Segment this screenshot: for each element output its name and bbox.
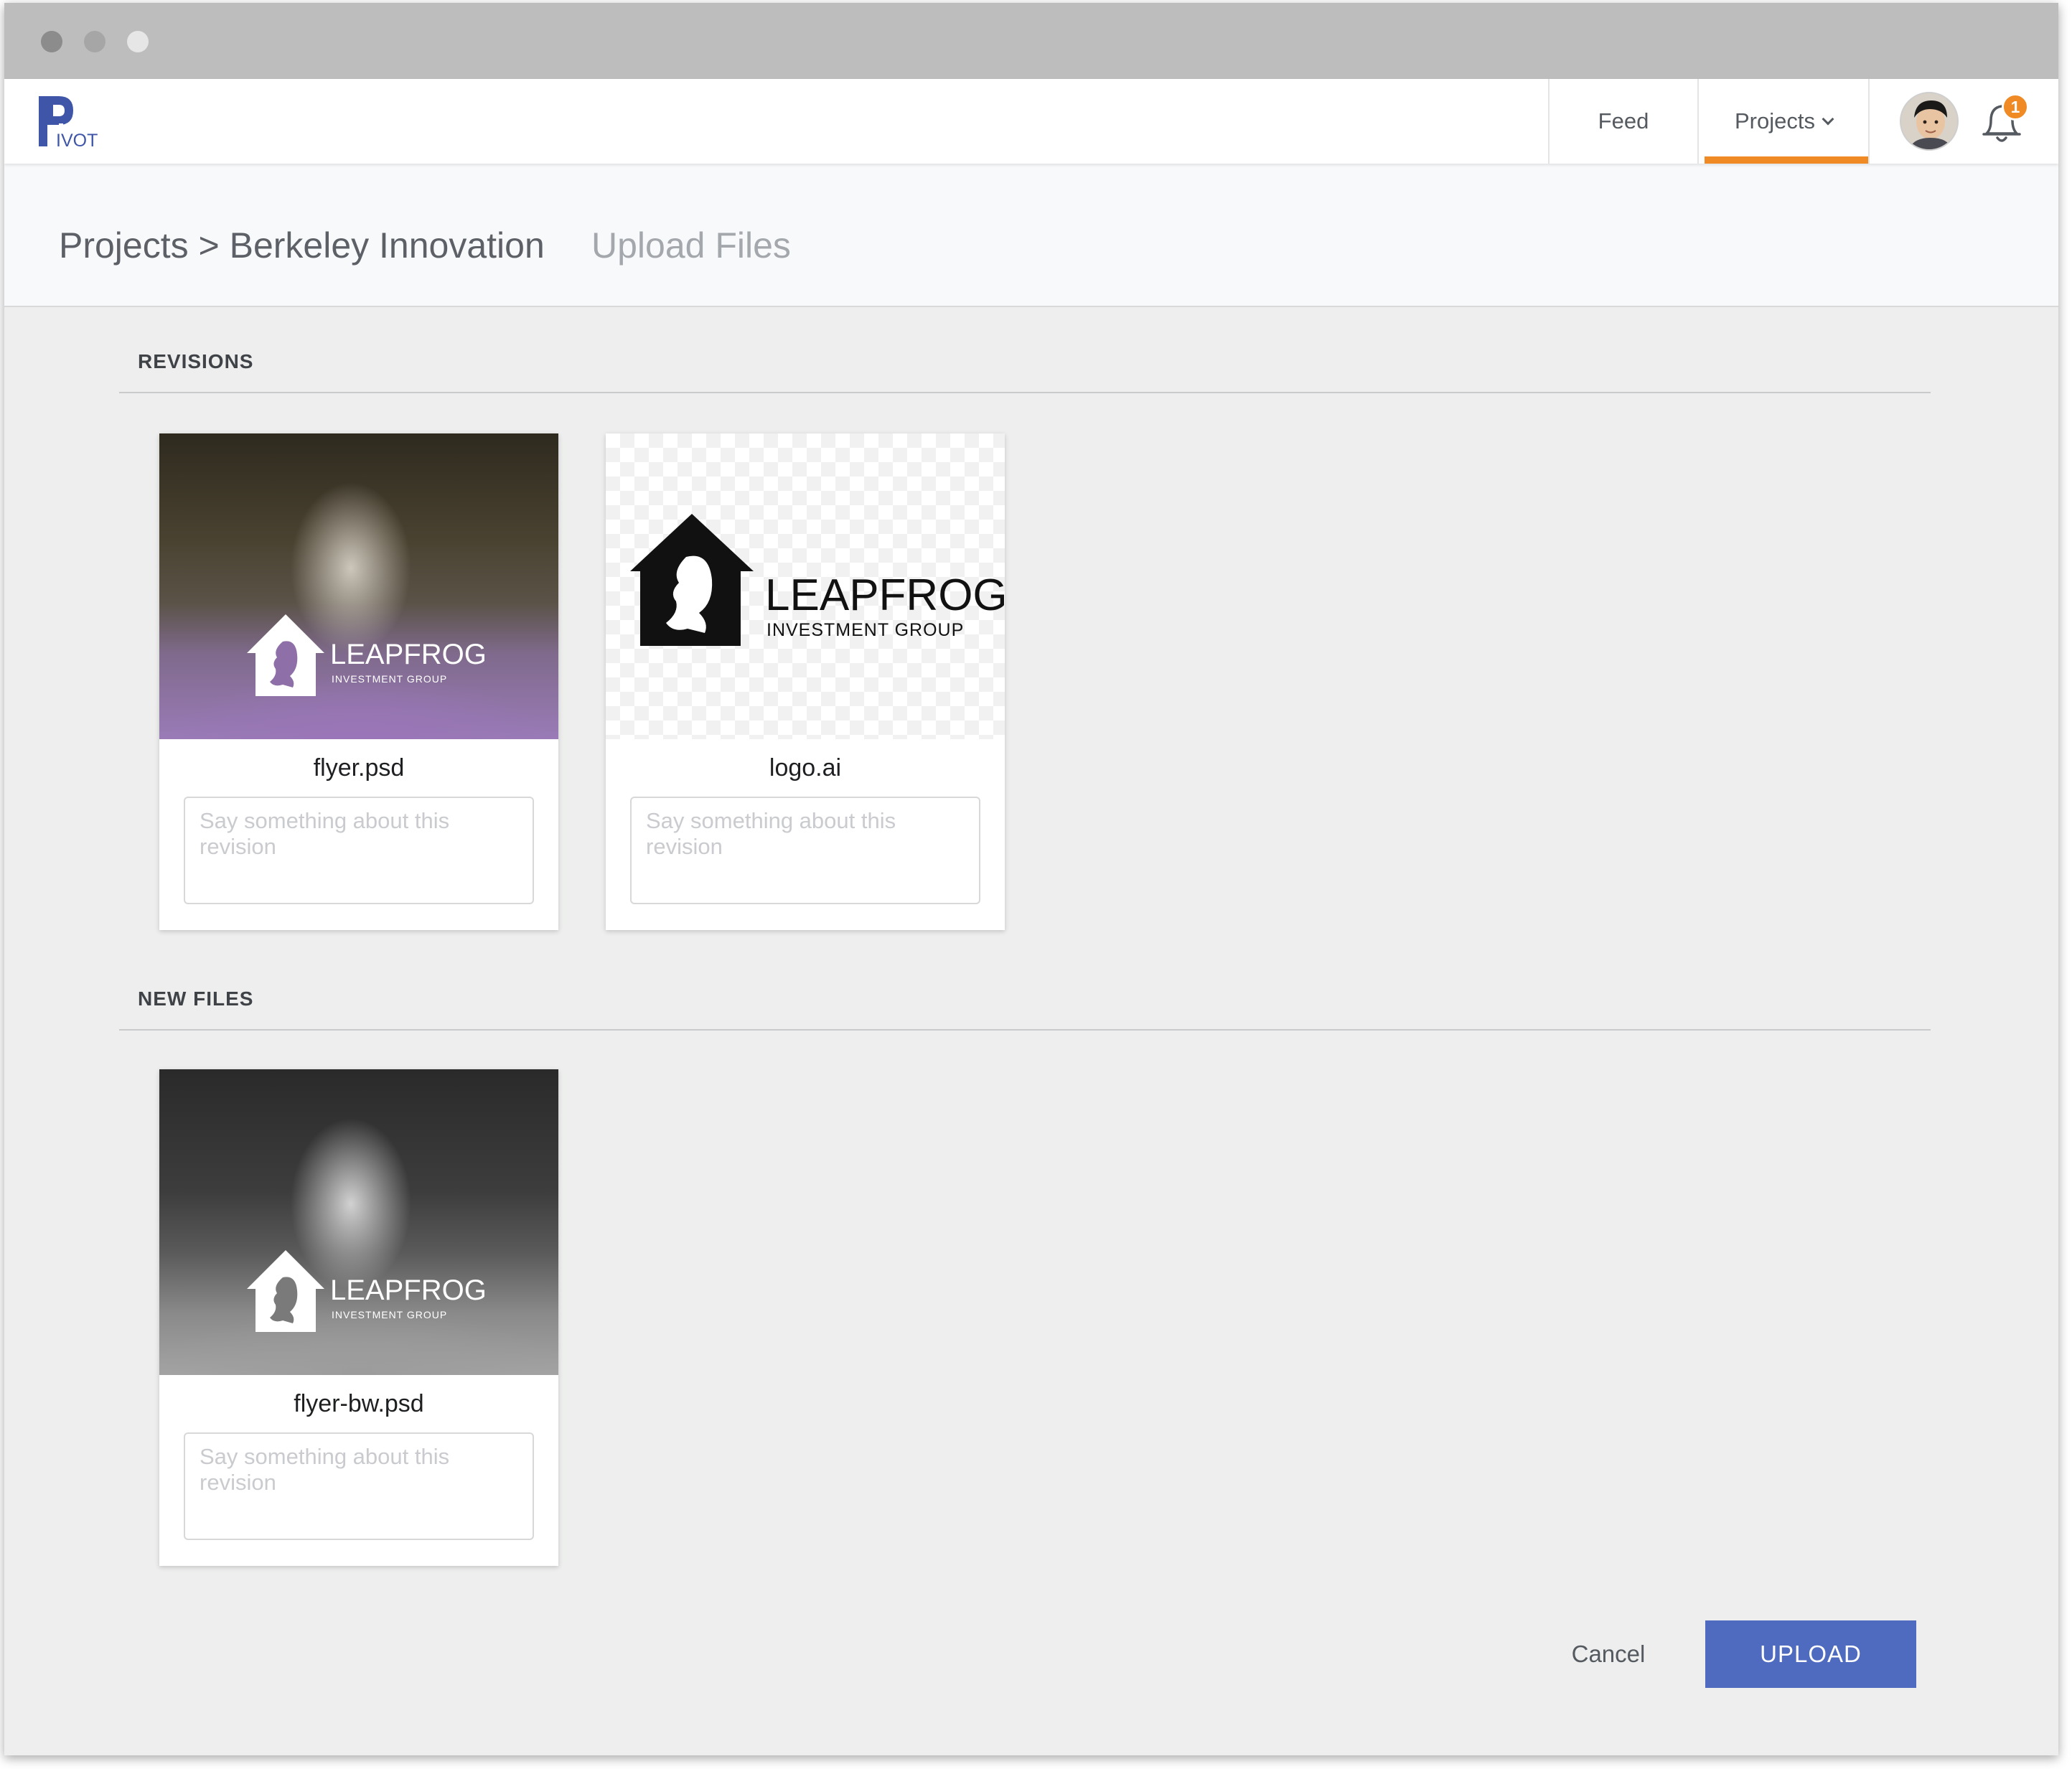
revision-comment-input[interactable]: [184, 797, 534, 904]
revision-comment-input[interactable]: [630, 797, 980, 904]
cancel-button[interactable]: Cancel: [1547, 1620, 1669, 1688]
window-chrome: [4, 3, 2058, 79]
brand-tagline: INVESTMENT GROUP: [767, 620, 965, 640]
file-thumbnail[interactable]: LEAPFROG INVESTMENT GROUP: [606, 433, 1005, 739]
nav-feed[interactable]: Feed: [1548, 79, 1697, 164]
brand-tagline: INVESTMENT GROUP: [332, 673, 448, 685]
leapfrog-logo: LEAPFROG INVESTMENT GROUP: [629, 511, 1005, 654]
new-files-heading: NEW FILES: [138, 987, 254, 1010]
brand-wordmark: LEAPFROG: [765, 571, 1005, 620]
revision-card: LEAPFROG INVESTMENT GROUP logo.ai: [606, 433, 1005, 930]
file-name: logo.ai: [769, 754, 842, 782]
brand-wordmark: LEAPFROG: [330, 1275, 487, 1306]
avatar-image: [1901, 93, 1957, 149]
logo-text: IVOT: [56, 131, 98, 151]
file-thumbnail[interactable]: LEAPFROG INVESTMENT GROUP: [159, 433, 558, 739]
new-file-card: LEAPFROG INVESTMENT GROUP flyer-bw.psd: [159, 1069, 558, 1566]
avatar[interactable]: [1900, 92, 1959, 151]
revisions-divider: [119, 392, 1931, 393]
notification-badge: 1: [2002, 93, 2029, 121]
house-frog-icon: [247, 1250, 324, 1332]
nav-feed-label: Feed: [1598, 108, 1649, 133]
house-frog-icon: [247, 614, 324, 696]
upload-button[interactable]: UPLOAD: [1705, 1620, 1916, 1688]
brand-tagline: INVESTMENT GROUP: [332, 1309, 448, 1320]
revision-card: LEAPFROG INVESTMENT GROUP flyer.psd: [159, 433, 558, 930]
nav-projects[interactable]: Projects: [1697, 79, 1870, 164]
leapfrog-logo: LEAPFROG INVESTMENT GROUP: [245, 1249, 487, 1335]
window-minimize-dot[interactable]: [84, 31, 106, 52]
revisions-heading: REVISIONS: [138, 350, 254, 372]
window-maximize-dot[interactable]: [127, 31, 149, 52]
nav-projects-label: Projects: [1735, 108, 1815, 133]
page-header: Projects > Berkeley Innovation Upload Fi…: [4, 164, 2058, 307]
chevron-down-icon: [1822, 113, 1834, 126]
pivot-logo-mark: IVOT: [39, 96, 98, 151]
brand-wordmark: LEAPFROG: [330, 639, 487, 670]
leapfrog-logo: LEAPFROG INVESTMENT GROUP: [245, 613, 487, 699]
window-close-dot[interactable]: [41, 31, 62, 52]
app-window: IVOT Feed Projects 1 Projects > Berkeley…: [4, 3, 2058, 1755]
active-tab-indicator: [1705, 156, 1868, 164]
pivot-logo[interactable]: IVOT: [37, 95, 109, 152]
breadcrumb[interactable]: Projects > Berkeley Innovation: [59, 225, 545, 266]
file-name: flyer.psd: [313, 754, 405, 782]
file-name: flyer-bw.psd: [294, 1389, 424, 1417]
new-files-divider: [119, 1029, 1931, 1031]
page-title: Upload Files: [591, 225, 791, 266]
file-thumbnail[interactable]: LEAPFROG INVESTMENT GROUP: [159, 1069, 558, 1375]
file-comment-input[interactable]: [184, 1432, 534, 1540]
house-frog-icon: [630, 514, 754, 646]
top-nav: IVOT Feed Projects 1: [4, 79, 2058, 164]
